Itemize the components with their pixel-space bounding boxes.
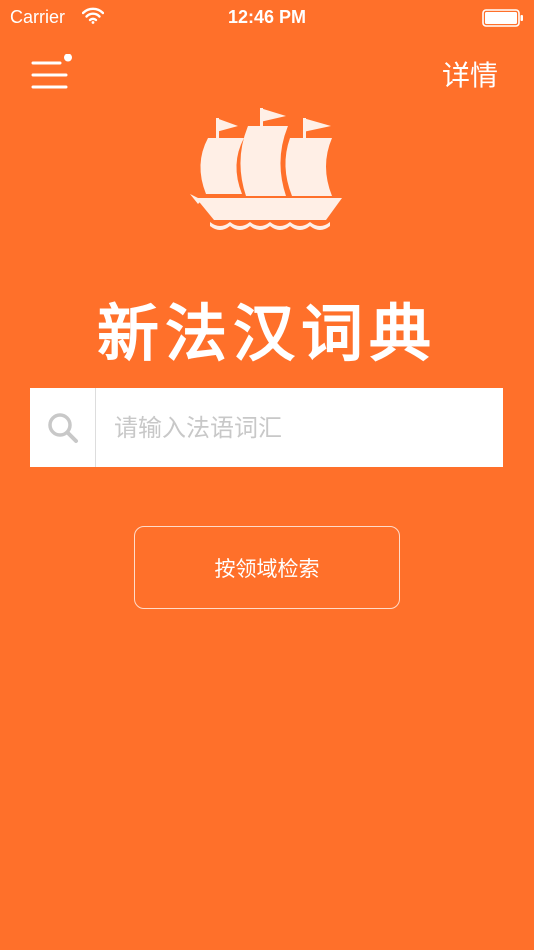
menu-icon [31, 53, 72, 89]
app-title: 新法汉词典 [96, 297, 437, 370]
search-icon [47, 412, 78, 443]
domain-search-button[interactable]: 按领域检索 [134, 526, 400, 609]
detail-button[interactable]: 详情 [442, 54, 498, 94]
battery-icon [482, 9, 524, 31]
status-bar: Carrier 12:46 PM [0, 0, 534, 36]
status-time: 12:46 PM [227, 7, 307, 27]
search-icon-container[interactable] [30, 388, 96, 467]
menu-button[interactable] [30, 53, 74, 94]
search-input[interactable] [96, 388, 503, 467]
sailing-ship-icon [190, 104, 345, 243]
search-box[interactable] [30, 388, 503, 467]
